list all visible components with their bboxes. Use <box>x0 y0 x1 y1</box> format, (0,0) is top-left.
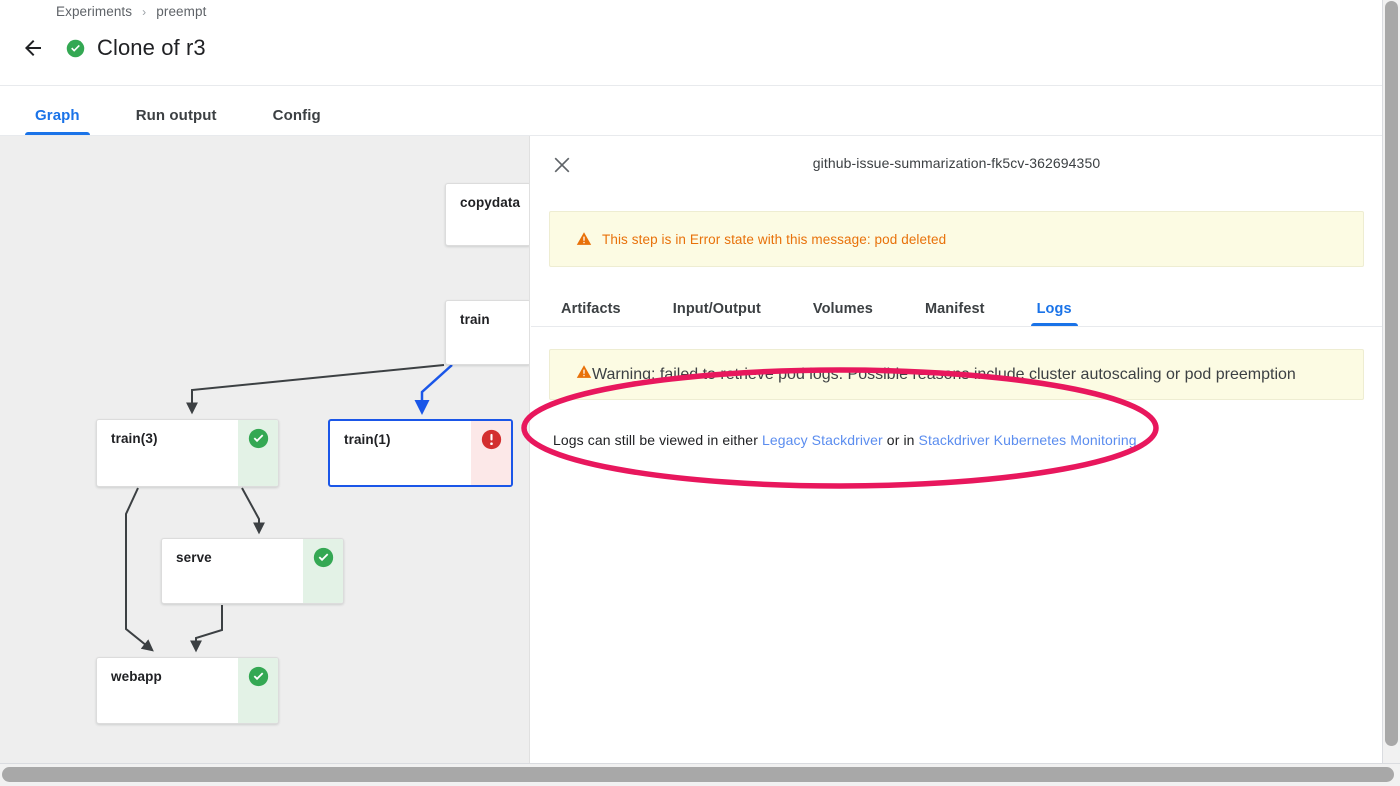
graph-node-label: train(3) <box>111 431 158 446</box>
tab-graph[interactable]: Graph <box>25 107 90 135</box>
panel-header: github-issue-summarization-fk5cv-3626943… <box>531 136 1382 211</box>
logs-message-prefix: Logs can still be viewed in either <box>553 432 762 448</box>
legacy-stackdriver-link[interactable]: Legacy Stackdriver <box>762 432 883 448</box>
graph-canvas[interactable]: copydata train train(3) train(1) serve w… <box>0 136 530 763</box>
tab-artifacts[interactable]: Artifacts <box>555 301 627 326</box>
logs-message: Logs can still be viewed in either Legac… <box>553 432 1382 448</box>
graph-node-train-1[interactable]: train(1) <box>328 419 513 487</box>
graph-node-label: webapp <box>111 669 162 684</box>
title-row: Clone of r3 <box>20 30 206 66</box>
breadcrumb-separator-icon: › <box>142 4 147 19</box>
graph-node-label: copydata <box>460 195 521 210</box>
error-state-banner: This step is in Error state with this me… <box>549 211 1364 267</box>
warning-triangle-icon <box>576 364 592 385</box>
warning-triangle-icon <box>576 231 592 247</box>
node-status-success-icon <box>303 539 343 603</box>
breadcrumb-preempt[interactable]: preempt <box>156 4 206 19</box>
horizontal-scrollbar-thumb[interactable] <box>2 767 1394 782</box>
horizontal-scrollbar[interactable] <box>0 763 1400 786</box>
tab-config[interactable]: Config <box>263 107 331 135</box>
vertical-scrollbar[interactable] <box>1382 0 1400 763</box>
warning-banner-text: Warning: failed to retrieve pod logs. Po… <box>592 365 1296 383</box>
graph-node-label: train <box>460 312 490 327</box>
graph-node-webapp[interactable]: webapp <box>96 657 279 724</box>
vertical-scrollbar-thumb[interactable] <box>1385 1 1398 746</box>
pod-name-label: github-issue-summarization-fk5cv-3626943… <box>812 155 1101 171</box>
graph-node-train-3[interactable]: train(3) <box>96 419 279 487</box>
graph-node-label: serve <box>176 550 212 565</box>
graph-node-copydata[interactable]: copydata <box>445 183 529 246</box>
node-status-success-icon <box>238 420 278 486</box>
graph-node-train[interactable]: train <box>445 300 529 365</box>
breadcrumb: Experiments › preempt <box>56 4 206 19</box>
stackdriver-kubernetes-monitoring-link[interactable]: Stackdriver Kubernetes Monitoring <box>919 432 1137 448</box>
step-details-panel: github-issue-summarization-fk5cv-3626943… <box>531 136 1382 763</box>
tab-volumes[interactable]: Volumes <box>807 301 879 326</box>
tab-manifest[interactable]: Manifest <box>919 301 991 326</box>
main-tab-bar: Graph Run output Config <box>0 86 1382 136</box>
logs-message-middle: or in <box>882 432 919 448</box>
tab-input-output[interactable]: Input/Output <box>667 301 767 326</box>
page-header: Experiments › preempt Clone of r3 <box>0 0 1382 86</box>
tab-logs[interactable]: Logs <box>1030 301 1078 326</box>
back-arrow-icon[interactable] <box>20 35 46 61</box>
page-title: Clone of r3 <box>97 35 206 60</box>
logs-warning-banner: Warning: failed to retrieve pod logs. Po… <box>549 349 1364 400</box>
breadcrumb-experiments[interactable]: Experiments <box>56 4 132 19</box>
graph-node-serve[interactable]: serve <box>161 538 344 604</box>
app-window: Experiments › preempt Clone of r3 Graph … <box>0 0 1400 786</box>
node-status-error-icon <box>471 421 511 485</box>
tab-run-output[interactable]: Run output <box>126 107 227 135</box>
error-banner-text: This step is in Error state with this me… <box>602 231 947 247</box>
node-status-success-icon <box>238 658 278 723</box>
panel-tab-bar: Artifacts Input/Output Volumes Manifest … <box>531 289 1382 327</box>
graph-node-label: train(1) <box>344 432 391 447</box>
success-check-icon <box>66 39 85 58</box>
